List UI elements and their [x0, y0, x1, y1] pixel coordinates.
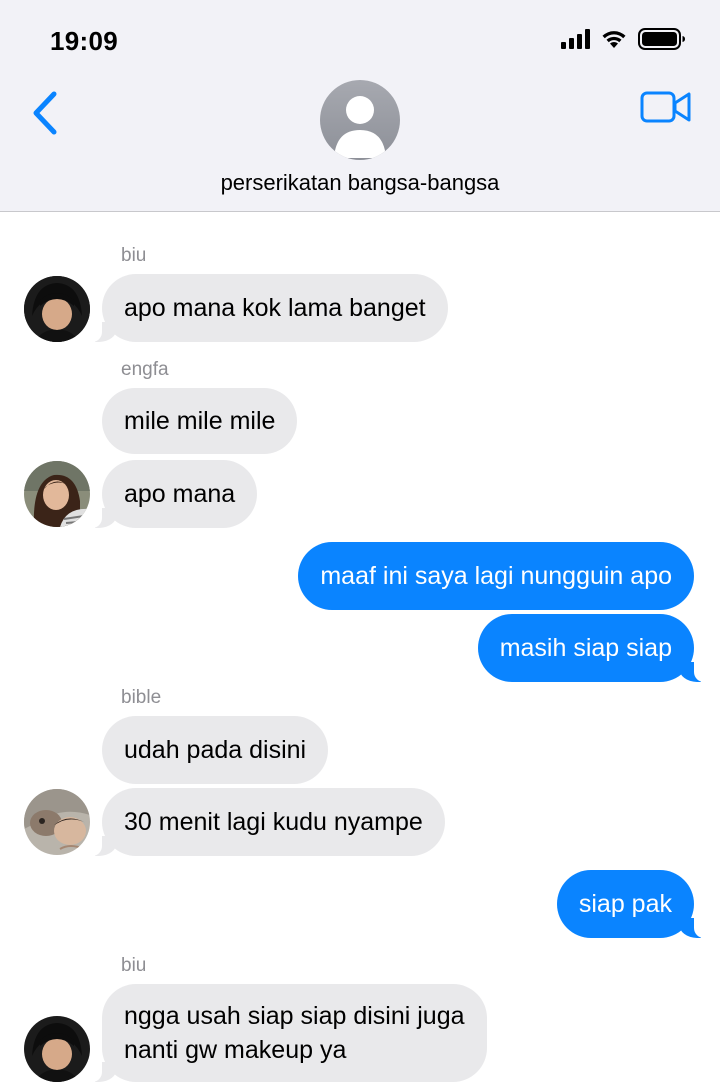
message-text-line: nanti gw makeup ya [124, 1036, 347, 1064]
facetime-video-button[interactable] [640, 90, 692, 124]
message-bubble-received[interactable]: apo mana [91, 460, 258, 528]
message-text: 30 menit lagi kudu nyampe [124, 808, 423, 836]
sender-name: engfa [121, 359, 169, 380]
avatar-engfa [24, 461, 90, 527]
conversation-header: 19:09 perserikatan bangsa-bangsa [0, 0, 720, 212]
message-bubble-sent[interactable]: masih siap siap [477, 614, 705, 682]
message-text: maaf ini saya lagi nungguin apo [320, 562, 672, 590]
status-icons [561, 28, 686, 50]
avatar-biu [24, 276, 90, 342]
avatar-bible-photo [24, 789, 90, 855]
wifi-icon [602, 31, 626, 48]
status-time: 19:09 [50, 26, 118, 56]
message-bubble-sent[interactable]: siap pak [556, 870, 705, 938]
message-text-line: ngga usah siap siap disini juga [124, 1002, 465, 1030]
chevron-left-icon [33, 91, 57, 135]
message-text: apo mana kok lama banget [124, 294, 426, 322]
video-camera-icon [640, 91, 691, 123]
signal-icon [561, 29, 590, 49]
avatar-biu [24, 1016, 90, 1082]
message-bubble-received[interactable]: 30 menit lagi kudu nyampe [92, 788, 445, 856]
sender-name: bible [121, 687, 162, 708]
message-bubble-sent[interactable]: maaf ini saya lagi nungguin apo [298, 542, 694, 610]
message-text: siap pak [578, 890, 672, 918]
message-text: masih siap siap [499, 634, 672, 662]
message-bubble-received[interactable]: udah pada disini [102, 716, 329, 784]
sender-name: biu [121, 955, 147, 976]
person-icon [334, 96, 386, 158]
group-name[interactable]: perserikatan bangsa-bangsa [0, 170, 720, 196]
avatar-biu-photo [24, 276, 90, 342]
back-button[interactable] [28, 88, 64, 138]
sender-name: biu [121, 245, 147, 266]
message-bubble-received[interactable]: apo mana kok lama banget [92, 274, 448, 342]
message-bubble-received[interactable]: mile mile mile [102, 388, 298, 454]
battery-icon [638, 28, 685, 50]
message-bubble-received[interactable]: ngga usah siap siap disini juga nanti gw… [92, 984, 487, 1082]
avatar-engfa-photo [24, 461, 90, 527]
avatar-biu-photo [24, 1016, 90, 1082]
group-avatar[interactable] [320, 80, 400, 160]
message-text: udah pada disini [124, 736, 307, 764]
avatar-bible [24, 789, 90, 855]
message-text: apo mana [124, 480, 236, 508]
message-text: mile mile mile [124, 407, 276, 435]
